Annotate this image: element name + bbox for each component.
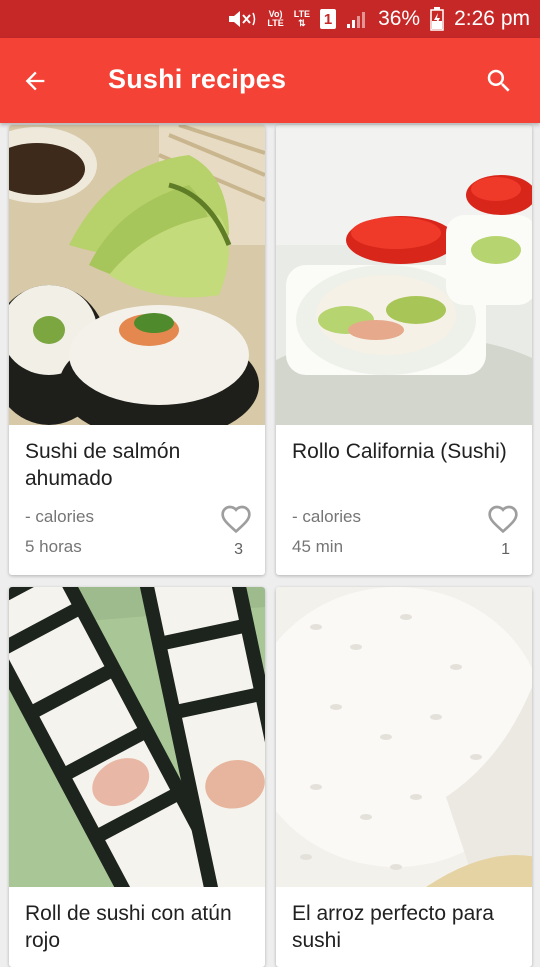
recipe-time: 45 min: [292, 537, 344, 556]
likes-count: 3: [234, 541, 243, 558]
arrow-back-icon: [25, 71, 45, 91]
heart-outline-icon: [221, 505, 251, 534]
recipe-card[interactable]: El arroz perfecto para sushi: [276, 587, 532, 967]
lte-label: LTE: [293, 9, 311, 19]
volte-indicator: Vo) LTE: [267, 10, 283, 28]
search-button[interactable]: [478, 60, 520, 102]
recipe-name: Roll de sushi con atún rojo: [25, 902, 232, 952]
volte-lte-label: LTE: [267, 18, 284, 28]
app-bar: Sushi recipes: [0, 38, 540, 123]
status-icons: Vo) LTE LTE ⇅ 1 36% 2:26 pm: [227, 0, 530, 38]
recipe-calories: - calories: [292, 507, 361, 526]
sim-number: 1: [323, 10, 333, 28]
mute-icon: [227, 8, 257, 30]
clock: 2:26 pm: [454, 7, 530, 30]
signal-icon: [346, 9, 368, 29]
page-title: Sushi recipes: [108, 64, 287, 94]
recipe-image: [276, 587, 532, 887]
recipe-name: El arroz perfecto para sushi: [292, 902, 494, 952]
recipe-name: Rollo California (Sushi): [292, 440, 507, 463]
battery-icon: [430, 7, 444, 31]
recipe-image: [9, 125, 265, 425]
sim-icon: 1: [320, 9, 337, 29]
search-icon: [487, 69, 510, 92]
back-button[interactable]: [14, 60, 56, 102]
recipe-card[interactable]: Sushi de salmón ahumado - calories 5 hor…: [9, 125, 265, 575]
battery-percent: 36%: [378, 7, 421, 30]
recipe-card[interactable]: Roll de sushi con atún rojo: [9, 587, 265, 967]
recipe-image: [276, 125, 532, 425]
recipe-calories: - calories: [25, 507, 94, 526]
recipe-card[interactable]: Rollo California (Sushi) - calories 45 m…: [276, 125, 532, 575]
likes-count: 1: [501, 541, 510, 558]
favorite-button[interactable]: [486, 503, 520, 535]
recipe-grid: Sushi de salmón ahumado - calories 5 hor…: [0, 123, 540, 967]
recipe-name: Sushi de salmón ahumado: [25, 440, 181, 490]
favorite-button[interactable]: [219, 503, 253, 535]
status-bar: Vo) LTE LTE ⇅ 1 36% 2:26 pm: [0, 0, 540, 38]
lte-indicator: LTE ⇅: [293, 9, 311, 28]
heart-outline-icon: [488, 505, 518, 534]
recipe-time: 5 horas: [25, 537, 82, 556]
recipe-image: [9, 587, 265, 887]
